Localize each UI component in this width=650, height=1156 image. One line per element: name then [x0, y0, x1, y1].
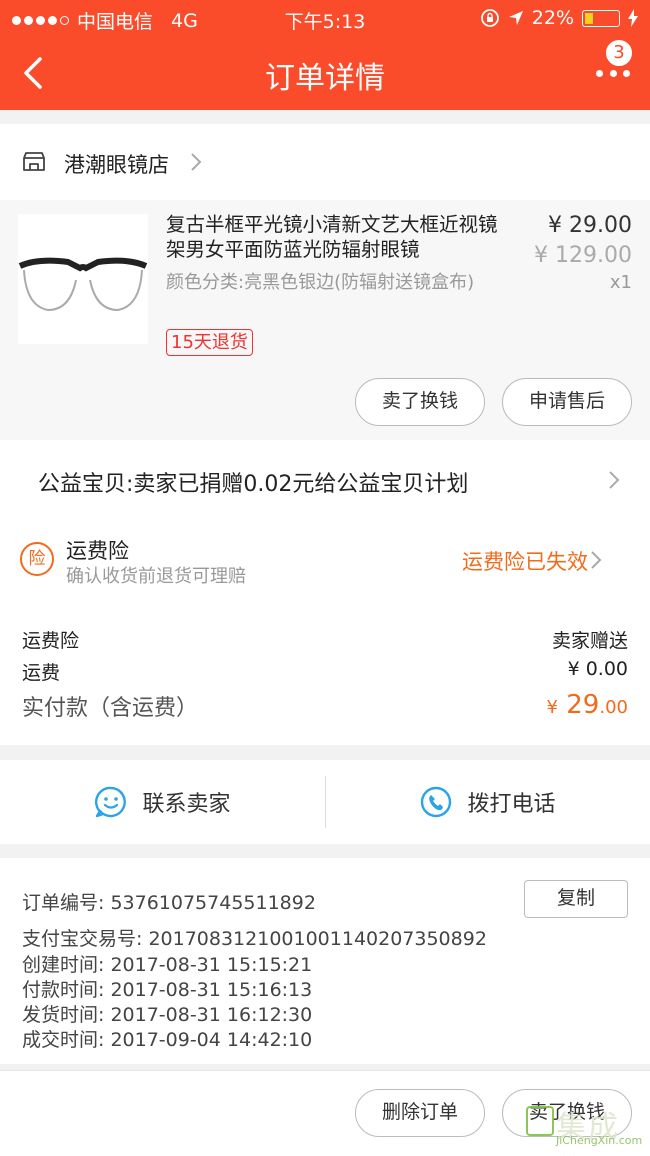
battery-percent: 22% [531, 7, 574, 29]
watermark-logo: 集成信 JiChengXin.com [526, 1102, 644, 1156]
total-integer: 29 [566, 690, 600, 720]
battery-icon [582, 9, 620, 27]
call-phone-label: 拨打电话 [467, 792, 556, 817]
original-price: ¥ 129.00 [534, 243, 632, 268]
fee-summary: 运费险 卖家赠送 运费 ¥ 0.00 实付款（含运费） ¥ 29.00 [0, 600, 650, 745]
contact-bar: 联系卖家 拨打电话 [0, 760, 650, 844]
total-label: 实付款（含运费） [22, 696, 199, 721]
shop-row[interactable]: 港潮眼镜店 [0, 124, 650, 200]
created-time: 创建时间: 2017-08-31 15:15:21 [22, 954, 313, 976]
product-name[interactable]: 复古半框平光镜小清新文艺大框近视镜架男女平面防蓝光防辐射眼镜 [166, 212, 516, 262]
footer-bar: 删除订单 卖了换钱 集成信 JiChengXin.com [0, 1070, 650, 1156]
insurance-subtitle: 确认收货前退货可理赔 [66, 566, 246, 587]
order-number: 订单编号: 53761075745511892 [22, 892, 316, 914]
completed-time: 成交时间: 2017-09-04 14:42:10 [22, 1029, 313, 1051]
shop-name: 港潮眼镜店 [64, 153, 169, 177]
currency-symbol: ¥ [546, 697, 558, 718]
product-quantity: x1 [609, 272, 632, 293]
shop-icon [23, 152, 45, 171]
product-image[interactable] [18, 214, 148, 344]
fee-row-insurance: 运费险 卖家赠送 [22, 626, 628, 653]
chat-smile-icon [95, 786, 127, 818]
location-icon [508, 11, 523, 25]
phone-icon [421, 786, 452, 818]
insurance-status[interactable]: 运费险已失效 [462, 546, 588, 576]
charging-icon [628, 9, 638, 27]
fee-value: 卖家赠送 [551, 630, 628, 652]
status-right: 22% [480, 7, 638, 29]
copy-button[interactable]: 复制 [524, 880, 628, 918]
alipay-trade-number: 支付宝交易号: 2017083121001001140207350892 [22, 928, 487, 950]
charity-text: 公益宝贝:卖家已捐赠0.02元给公益宝贝计划 [38, 472, 469, 497]
delete-order-button[interactable]: 删除订单 [355, 1089, 485, 1137]
total-amount: ¥ 29.00 [547, 690, 628, 722]
fee-row-shipping: 运费 ¥ 0.00 [22, 658, 628, 685]
order-info: 订单编号: 53761075745511892 复制 支付宝交易号: 20170… [0, 858, 650, 1064]
nav-bar: 订单详情 3 [0, 36, 650, 110]
fee-label: 运费险 [22, 630, 80, 652]
after-sales-button[interactable]: 申请售后 [502, 378, 632, 426]
sell-for-cash-button[interactable]: 卖了换钱 [355, 378, 485, 426]
fee-label: 运费 [22, 662, 61, 684]
more-options-icon[interactable] [596, 70, 630, 80]
chevron-right-icon [191, 153, 202, 171]
shipped-time: 发货时间: 2017-08-31 16:12:30 [22, 1004, 313, 1026]
chevron-right-icon [591, 551, 602, 569]
shipping-insurance-row[interactable]: 险 运费险 确认收货前退货可理赔 运费险已失效 [0, 520, 650, 600]
page-title: 订单详情 [265, 61, 385, 96]
status-bar: 中国电信 4G 下午5:13 22% [0, 0, 650, 36]
insurance-title: 运费险 [66, 539, 129, 563]
product-spec: 颜色分类:亮黑色银边(防辐射送镜盒布) [166, 272, 475, 293]
contact-seller-label: 联系卖家 [142, 792, 231, 817]
insurance-icon: 险 [20, 542, 54, 576]
fee-value: ¥ 0.00 [567, 658, 628, 680]
charity-row[interactable]: 公益宝贝:卖家已捐赠0.02元给公益宝贝计划 [0, 440, 650, 520]
total-decimal: .00 [599, 697, 628, 718]
rotation-lock-icon [480, 9, 499, 27]
refund-tag: 15天退货 [166, 329, 253, 356]
contact-seller-button[interactable]: 联系卖家 [0, 760, 325, 844]
product-card[interactable]: 复古半框平光镜小清新文艺大框近视镜架男女平面防蓝光防辐射眼镜 颜色分类:亮黑色银… [0, 200, 650, 440]
paid-time: 付款时间: 2017-08-31 15:16:13 [22, 979, 313, 1001]
fee-row-total: 实付款（含运费） ¥ 29.00 [22, 690, 628, 722]
call-phone-button[interactable]: 拨打电话 [325, 760, 650, 844]
product-price: ¥ 29.00 [548, 213, 632, 238]
chevron-right-icon [609, 471, 620, 489]
message-badge[interactable]: 3 [604, 38, 634, 68]
